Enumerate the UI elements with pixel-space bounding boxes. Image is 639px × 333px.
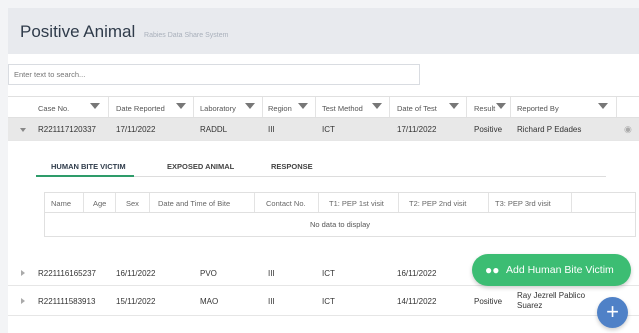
chevron-right-icon[interactable] — [21, 270, 25, 276]
victim-grid: Name Age Sex Date and Time of Bite Conta… — [44, 192, 636, 237]
case-no: R221116165237 — [38, 269, 96, 278]
add-human-bite-victim-button[interactable]: ●● Add Human Bite Victim — [472, 254, 631, 286]
case-no: R221111583913 — [38, 297, 96, 306]
col-date-time-bite[interactable]: Date and Time of Bite — [158, 199, 230, 208]
date-reported: 17/11/2022 — [116, 125, 156, 134]
col-reported-by[interactable]: Reported By — [517, 104, 559, 113]
col-test-method[interactable]: Test Method — [322, 104, 363, 113]
filter-icon[interactable] — [496, 103, 506, 109]
filter-icon[interactable] — [298, 103, 308, 109]
table-row[interactable]: R221111583913 15/11/2022 MAO III ICT 14/… — [8, 286, 639, 316]
page-header: Positive Animal Rabies Data Share System — [8, 8, 639, 54]
col-laboratory[interactable]: Laboratory — [200, 104, 236, 113]
tab-exposed-animal[interactable]: EXPOSED ANIMAL — [167, 162, 234, 171]
col-date-reported[interactable]: Date Reported — [116, 104, 165, 113]
empty-state-text: No data to display — [309, 220, 371, 229]
chevron-right-icon[interactable] — [21, 298, 25, 304]
date-of-test: 16/11/2022 — [397, 269, 437, 278]
col-age[interactable]: Age — [93, 199, 106, 208]
laboratory: PVO — [200, 269, 217, 278]
col-t1-pep[interactable]: T1: PEP 1st visit — [329, 199, 384, 208]
test-method: ICT — [322, 125, 335, 134]
col-contact-no[interactable]: Contact No. — [266, 199, 306, 208]
reported-by: Ray Jezrell Pablico Suarez — [517, 291, 586, 310]
result: Positive — [474, 297, 503, 306]
app-subtitle: Rabies Data Share System — [144, 32, 229, 39]
app-title: Positive Animal — [20, 22, 136, 41]
region: III — [268, 125, 275, 134]
date-reported: 15/11/2022 — [116, 297, 156, 306]
col-result[interactable]: Result — [474, 104, 495, 113]
chevron-down-icon[interactable] — [20, 128, 26, 132]
add-button[interactable]: + — [597, 297, 628, 328]
table-row[interactable]: R221117120337 17/11/2022 RADDL III ICT 1… — [8, 118, 639, 141]
region: III — [268, 297, 275, 306]
date-reported: 16/11/2022 — [116, 269, 156, 278]
col-t3-pep[interactable]: T3: PEP 3rd visit — [495, 199, 551, 208]
col-region[interactable]: Region — [268, 104, 292, 113]
tab-human-bite-victim[interactable]: HUMAN BITE VICTIM — [51, 162, 126, 171]
filter-icon[interactable] — [90, 103, 100, 109]
laboratory: MAO — [200, 297, 219, 306]
filter-icon[interactable] — [245, 103, 255, 109]
col-t2-pep[interactable]: T2: PEP 2nd visit — [409, 199, 466, 208]
col-case-no[interactable]: Case No. — [38, 104, 69, 113]
grid-header: Case No. Date Reported Laboratory Region… — [8, 96, 639, 118]
victim-grid-header: Name Age Sex Date and Time of Bite Conta… — [45, 193, 635, 213]
filter-icon[interactable] — [449, 103, 459, 109]
active-tab-indicator — [36, 175, 134, 177]
test-method: ICT — [322, 269, 335, 278]
add-victim-label: Add Human Bite Victim — [506, 264, 614, 276]
page-title: Positive Animal Rabies Data Share System — [20, 22, 228, 42]
date-of-test: 17/11/2022 — [397, 125, 437, 134]
col-date-of-test[interactable]: Date of Test — [397, 104, 437, 113]
people-icon: ●● — [485, 263, 500, 277]
tab-response[interactable]: RESPONSE — [271, 162, 313, 171]
filter-icon[interactable] — [372, 103, 382, 109]
eye-icon[interactable]: ◉ — [624, 124, 632, 135]
search-input[interactable] — [8, 64, 420, 85]
case-no: R221117120337 — [38, 125, 96, 134]
filter-icon[interactable] — [598, 103, 608, 109]
col-name[interactable]: Name — [51, 199, 71, 208]
reported-by: Richard P Edades — [517, 125, 582, 134]
result: Positive — [474, 125, 503, 134]
date-of-test: 14/11/2022 — [397, 297, 437, 306]
laboratory: RADDL — [200, 125, 228, 134]
detail-panel: HUMAN BITE VICTIM EXPOSED ANIMAL RESPONS… — [36, 141, 639, 253]
col-sex[interactable]: Sex — [126, 199, 139, 208]
test-method: ICT — [322, 297, 335, 306]
filter-icon[interactable] — [176, 103, 186, 109]
region: III — [268, 269, 275, 278]
